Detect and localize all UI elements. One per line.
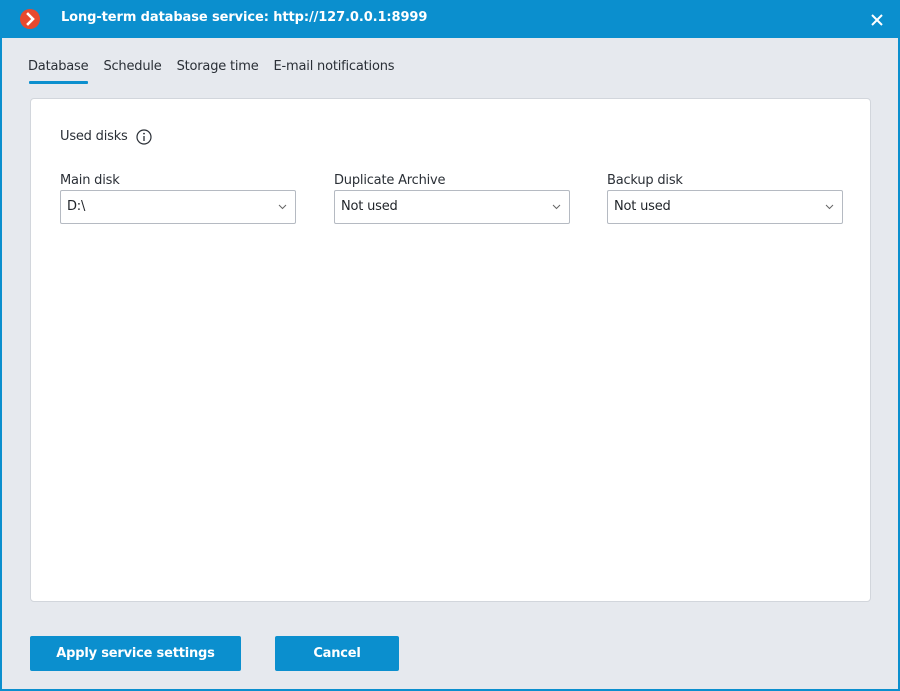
tab-storage-time[interactable]: Storage time <box>177 59 259 74</box>
chevron-down-icon <box>552 204 561 210</box>
duplicate-archive-select[interactable]: Not used <box>334 190 570 224</box>
database-panel: Used disks Main disk D:\ Duplicate Archi… <box>30 98 871 602</box>
tab-bar: Database Schedule Storage time E-mail no… <box>28 59 409 84</box>
tab-database[interactable]: Database <box>28 59 89 84</box>
window-title: Long-term database service: http://127.0… <box>61 10 428 25</box>
backup-disk-label: Backup disk <box>607 173 683 188</box>
duplicate-archive-label: Duplicate Archive <box>334 173 446 188</box>
info-icon[interactable] <box>136 129 152 145</box>
duplicate-archive-value: Not used <box>341 199 398 214</box>
tab-email-notifications[interactable]: E-mail notifications <box>274 59 395 74</box>
backup-disk-field: Backup disk Not used <box>607 173 843 224</box>
main-disk-field: Main disk D:\ <box>60 173 296 224</box>
main-disk-label: Main disk <box>60 173 120 188</box>
dialog-window: Long-term database service: http://127.0… <box>0 0 900 691</box>
chevron-down-icon <box>278 204 287 210</box>
backup-disk-select[interactable]: Not used <box>607 190 843 224</box>
title-bar: Long-term database service: http://127.0… <box>0 0 900 38</box>
used-disks-label: Used disks <box>60 129 128 144</box>
main-disk-value: D:\ <box>67 199 86 214</box>
backup-disk-value: Not used <box>614 199 671 214</box>
apply-service-settings-button[interactable]: Apply service settings <box>30 636 241 671</box>
cancel-button[interactable]: Cancel <box>275 636 399 671</box>
chevron-down-icon <box>825 204 834 210</box>
close-icon[interactable] <box>870 12 884 26</box>
duplicate-archive-field: Duplicate Archive Not used <box>334 173 570 224</box>
main-disk-select[interactable]: D:\ <box>60 190 296 224</box>
app-logo-icon <box>20 9 40 29</box>
tab-schedule[interactable]: Schedule <box>103 59 161 74</box>
